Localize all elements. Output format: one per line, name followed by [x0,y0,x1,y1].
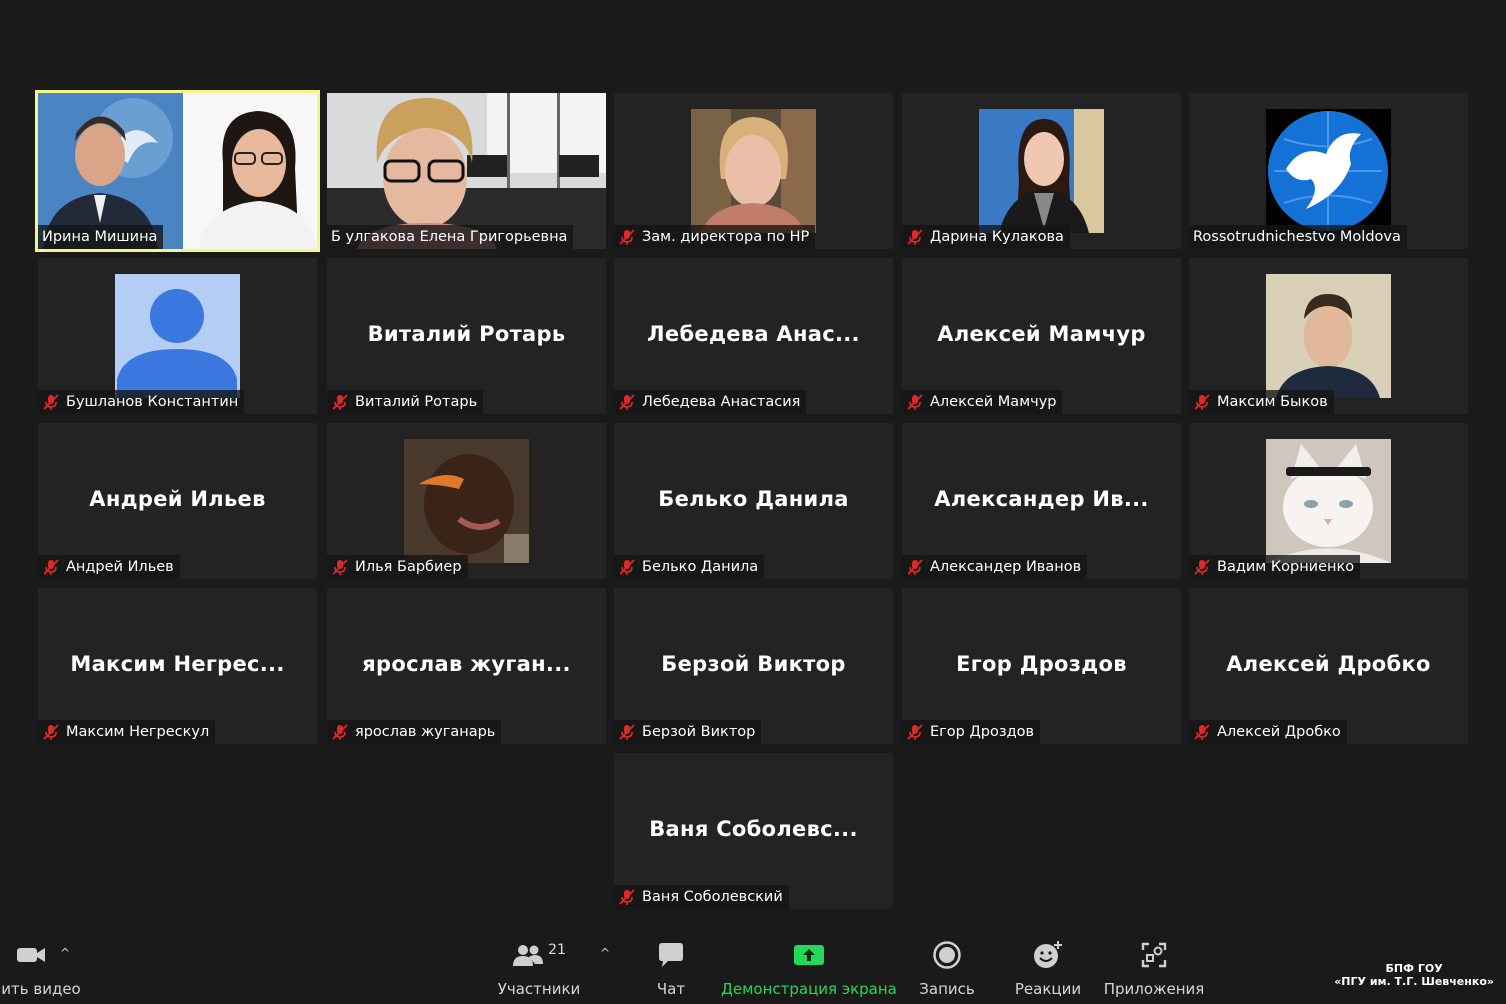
participant-tile[interactable]: Rossotrudnichestvo Moldova [1189,93,1468,249]
participant-display-name: Максим Негрес... [70,652,285,676]
mic-muted-icon [43,559,59,575]
share-screen-button[interactable]: Демонстрация экрана [721,936,897,1004]
participant-name-label: Алексей Дробко [1189,720,1347,744]
participant-tile[interactable]: Ваня Соболевс... Ваня Соболевский [614,753,893,909]
participant-name-label: ярослав жуганарь [327,720,502,744]
participant-tile[interactable]: Андрей Ильев Андрей Ильев [38,423,317,579]
participant-name-label: Алексей Мамчур [902,390,1063,414]
participant-name-label: Илья Барбиер [327,555,468,579]
participant-name-label: Виталий Ротарь [327,390,484,414]
participant-tile[interactable]: Берзой Виктор Берзой Виктор [614,588,893,744]
participant-tile[interactable]: Алексей Мамчур Алексей Мамчур [902,258,1181,414]
participant-name-label: Rossotrudnichestvo Moldova [1189,225,1407,249]
participants-options-caret[interactable]: ^ [600,946,610,960]
mic-muted-icon [907,394,923,410]
mic-muted-icon [619,724,635,740]
participant-photo [1266,274,1391,398]
video-options-caret[interactable]: ^ [60,946,70,960]
mic-muted-icon [332,724,348,740]
chat-button[interactable]: Чат [645,936,697,1004]
mic-muted-icon [907,559,923,575]
mic-muted-icon [43,394,59,410]
participant-name-label: Максим Быков [1189,390,1334,414]
participant-photo [979,109,1104,233]
share-screen-icon [793,936,825,974]
participant-tile[interactable]: Вадим Корниенко [1189,423,1468,579]
participant-tile[interactable]: Лебедева Анас... Лебедева Анастасия [614,258,893,414]
participant-display-name: Виталий Ротарь [367,322,566,346]
participant-display-name: Белько Данила [658,487,849,511]
participant-tile[interactable]: Бушланов Константин [38,258,317,414]
apps-button[interactable]: Приложения [1104,936,1204,1004]
participant-display-name: Андрей Ильев [89,487,266,511]
participant-display-name: Алексей Мамчур [937,322,1146,346]
mic-muted-icon [332,559,348,575]
participant-name-label: Ирина Мишина [38,225,164,249]
participant-display-name: Егор Дроздов [956,652,1127,676]
participant-name-label: Вадим Корниенко [1189,555,1361,579]
participant-name-label: Бушланов Константин [38,390,245,414]
mic-muted-icon [619,394,635,410]
participant-name-label: Андрей Ильев [38,555,180,579]
participant-tile[interactable]: Дарина Кулакова [902,93,1181,249]
participant-tile[interactable]: Егор Дроздов Егор Дроздов [902,588,1181,744]
participant-display-name: Александер Ив... [934,487,1149,511]
mic-muted-icon [1194,394,1210,410]
participant-tile[interactable]: Б улгакова Елена Григорьевна [327,93,606,249]
participant-tile[interactable]: Белько Данила Белько Данила [614,423,893,579]
participant-tile[interactable]: Виталий Ротарь Виталий Ротарь [327,258,606,414]
participant-display-name: Ваня Соболевс... [649,817,858,841]
record-button[interactable]: Запись [917,936,977,1004]
participant-tile[interactable]: Зам. директора по НР [614,93,893,249]
participant-display-name: ярослав жуган... [362,652,571,676]
participant-tile[interactable]: Алексей Дробко Алексей Дробко [1189,588,1468,744]
mic-muted-icon [332,394,348,410]
participant-display-name: Алексей Дробко [1226,652,1431,676]
participant-name-label: Белько Данила [614,555,765,579]
dove-globe-logo [1266,109,1391,233]
participant-name-label: Дарина Кулакова [902,225,1070,249]
watermark: БПФ ГОУ «ПГУ им. Т.Г. Шевченко» [1334,962,1494,988]
apps-icon [1139,936,1169,974]
mic-muted-icon [1194,724,1210,740]
participant-tile[interactable]: Александер Ив... Александер Иванов [902,423,1181,579]
participant-photo [1266,439,1391,563]
default-avatar-icon [115,274,240,398]
mic-muted-icon [619,559,635,575]
participant-display-name: Берзой Виктор [661,652,846,676]
participant-display-name: Лебедева Анас... [647,322,860,346]
meeting-toolbar: ить видео ^ 21 Участники ^ Чат Демонстра… [0,936,1506,1004]
video-camera-icon [13,936,49,974]
participants-count: 21 [548,942,566,958]
record-icon [932,936,962,974]
participant-name-label: Зам. директора по НР [614,225,816,249]
mic-muted-icon [907,229,923,245]
participant-name-label: Максим Негрескул [38,720,216,744]
participant-tile[interactable]: Максим Негрес... Максим Негрескул [38,588,317,744]
reactions-button[interactable]: Реакции [1013,936,1083,1004]
participant-tile[interactable]: Максим Быков [1189,258,1468,414]
participant-tile[interactable]: ярослав жуган... ярослав жуганарь [327,588,606,744]
participant-photo [691,109,816,233]
participant-name-label: Лебедева Анастасия [614,390,807,414]
chat-bubble-icon [657,936,685,974]
smiley-plus-icon [1032,936,1064,974]
mic-muted-icon [619,889,635,905]
participant-name-label: Александер Иванов [902,555,1088,579]
participants-button[interactable]: 21 Участники [497,936,581,1004]
participant-tile[interactable]: Ирина Мишина [35,90,320,252]
participant-tile[interactable]: Илья Барбиер [327,423,606,579]
mic-muted-icon [907,724,923,740]
participants-icon [513,945,544,966]
participant-name-label: Берзой Виктор [614,720,762,744]
mic-muted-icon [1194,559,1210,575]
participant-name-label: Ваня Соболевский [614,885,789,909]
participant-name-label: Егор Дроздов [902,720,1041,744]
participant-photo [404,439,529,563]
participant-name-label: Б улгакова Елена Григорьевна [327,225,574,249]
mic-muted-icon [619,229,635,245]
mic-muted-icon [43,724,59,740]
